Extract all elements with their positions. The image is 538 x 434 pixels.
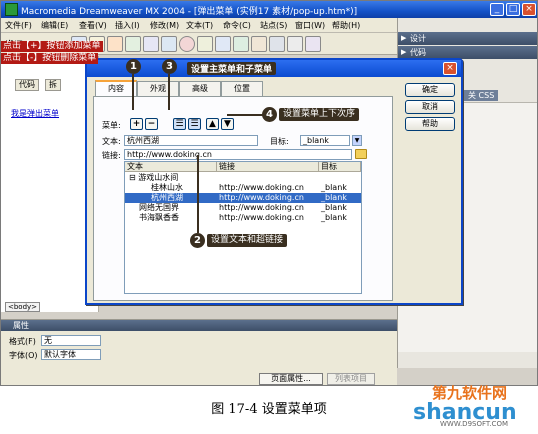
ok-button[interactable]: 确定 bbox=[405, 83, 455, 97]
table-row[interactable]: 网络无国界 http://www.doking.cn _blank bbox=[125, 203, 361, 213]
step-3-badge: 3 bbox=[162, 59, 177, 74]
menu-edit[interactable]: 编辑(E) bbox=[41, 20, 68, 31]
outdent-item-button[interactable]: ☰ bbox=[188, 118, 201, 130]
watermark-url: WWW.D9SOFT.COM bbox=[440, 420, 508, 428]
menu-site[interactable]: 站点(S) bbox=[260, 20, 287, 31]
font-label: 字体(O) bbox=[9, 351, 38, 360]
font-select[interactable]: 默认字体 bbox=[41, 349, 101, 360]
chevron-down-icon[interactable]: ▼ bbox=[352, 135, 362, 146]
page-properties-button[interactable]: 页面属性... bbox=[259, 373, 323, 385]
add-note: 点击【+】按钮添加菜单 bbox=[1, 41, 103, 52]
menu-text[interactable]: 文本(T) bbox=[186, 20, 213, 31]
table-row[interactable]: ⊟ 游戏山水间 bbox=[125, 173, 361, 183]
split-view-tab[interactable]: 拆 bbox=[45, 79, 61, 91]
comment-icon[interactable] bbox=[215, 36, 231, 52]
menu-bar: 文件(F) 编辑(E) 查看(V) 插入(I) 修改(M) 文本(T) 命令(C… bbox=[1, 18, 397, 33]
indent-item-button[interactable]: ☰ bbox=[173, 118, 186, 130]
move-down-button[interactable]: ▼ bbox=[221, 118, 234, 130]
properties-header[interactable]: 属性 bbox=[1, 320, 397, 331]
minimize-button[interactable]: _ bbox=[490, 3, 504, 16]
tab-position[interactable]: 位置 bbox=[221, 81, 263, 96]
folder-icon[interactable] bbox=[355, 149, 367, 159]
template-icon[interactable] bbox=[233, 36, 249, 52]
code-view-tab[interactable]: 代码 bbox=[15, 79, 39, 91]
table-row[interactable]: 桂林山水 http://www.doking.cn _blank bbox=[125, 183, 361, 193]
expand-arrow-icon: ▶ bbox=[401, 34, 407, 42]
column-link[interactable]: 链接 bbox=[217, 162, 319, 172]
date-icon[interactable] bbox=[197, 36, 213, 52]
image-icon[interactable] bbox=[161, 36, 177, 52]
step-4-badge: 4 bbox=[262, 107, 277, 122]
text-field[interactable]: 杭州西湖 bbox=[124, 135, 258, 146]
link-label: 链接: bbox=[102, 151, 121, 160]
column-text[interactable]: 文本 bbox=[125, 162, 217, 172]
remove-note: 点击【-】按钮删除菜单 bbox=[1, 53, 99, 64]
table-row[interactable]: 书海飘香香 http://www.doking.cn _blank bbox=[125, 213, 361, 223]
pointer-line-2 bbox=[197, 155, 199, 233]
anchor-icon[interactable] bbox=[107, 36, 123, 52]
step-1-badge: 1 bbox=[126, 59, 141, 74]
table-icon[interactable] bbox=[125, 36, 141, 52]
menu-modify[interactable]: 修改(M) bbox=[150, 20, 179, 31]
menu-window[interactable]: 窗口(W) bbox=[295, 20, 325, 31]
list-item-button[interactable]: 列表项目 bbox=[327, 373, 375, 385]
dialog-title-bar: 设置主菜单和子菜单 × bbox=[87, 60, 461, 77]
tab-content[interactable]: 内容 bbox=[95, 80, 137, 96]
media-icon[interactable] bbox=[179, 36, 195, 52]
move-up-button[interactable]: ▲ bbox=[206, 118, 219, 130]
css-panel-label[interactable]: 关 CSS bbox=[464, 90, 499, 101]
menu-help[interactable]: 帮助(H) bbox=[332, 20, 360, 31]
link-field[interactable]: http://www.doking.cn bbox=[124, 149, 352, 160]
step-2-note: 设置文本和超链接 bbox=[207, 234, 288, 247]
step-4-note: 设置菜单上下次序 bbox=[279, 108, 360, 121]
menu-view[interactable]: 查看(V) bbox=[79, 20, 107, 31]
remove-menu-button[interactable]: − bbox=[145, 118, 158, 130]
popup-menu-dialog: 设置主菜单和子菜单 × 内容 外观 高级 位置 菜单: + − ☰ ☰ ▲ ▼ … bbox=[85, 58, 463, 305]
table-row-selected[interactable]: 杭州西湖 http://www.doking.cn _blank bbox=[125, 193, 361, 203]
tab-appearance[interactable]: 外观 bbox=[137, 81, 179, 96]
help-button[interactable]: 帮助 bbox=[405, 117, 455, 131]
pointer-line-4 bbox=[227, 114, 263, 116]
properties-panel: 属性 格式(F) 无 字体(O) 默认字体 页面属性... 列表项目 bbox=[1, 319, 397, 385]
add-menu-button[interactable]: + bbox=[130, 118, 143, 130]
menu-file[interactable]: 文件(F) bbox=[5, 20, 32, 31]
tag-selector[interactable]: <body> bbox=[5, 302, 41, 312]
text-label: 文本: bbox=[102, 137, 121, 146]
maximize-button[interactable]: □ bbox=[506, 3, 520, 16]
column-target[interactable]: 目标 bbox=[319, 162, 361, 172]
screenshot: Macromedia Dreamweaver MX 2004 - [弹出菜单 (… bbox=[0, 0, 538, 386]
server-icon[interactable] bbox=[269, 36, 285, 52]
step-2-badge: 2 bbox=[190, 233, 205, 248]
pointer-line-1 bbox=[132, 74, 134, 110]
content-tab-body: 菜单: + − ☰ ☰ ▲ ▼ 文本: 杭州西湖 目标: _blank ▼ 链接… bbox=[93, 96, 393, 301]
close-button[interactable]: × bbox=[522, 3, 536, 16]
script-icon[interactable] bbox=[305, 36, 321, 52]
flash-icon[interactable] bbox=[287, 36, 303, 52]
pointer-line-3 bbox=[168, 74, 170, 110]
menu-insert[interactable]: 插入(I) bbox=[115, 20, 140, 31]
format-label: 格式(F) bbox=[9, 337, 36, 346]
panel-design[interactable]: ▶ 设计 bbox=[398, 32, 537, 45]
window-title: Macromedia Dreamweaver MX 2004 - [弹出菜单 (… bbox=[21, 7, 358, 17]
menu-items-list[interactable]: 文本 链接 目标 ⊟ 游戏山水间 桂林山水 http://www.doking.… bbox=[124, 161, 362, 294]
menu-command[interactable]: 命令(C) bbox=[223, 20, 251, 31]
layer-icon[interactable] bbox=[143, 36, 159, 52]
dialog-close-button[interactable]: × bbox=[443, 62, 457, 75]
window-title-bar: Macromedia Dreamweaver MX 2004 - [弹出菜单 (… bbox=[1, 1, 537, 18]
dialog-title: 设置主菜单和子菜单 bbox=[187, 62, 277, 75]
popup-link-text[interactable]: 我是弹出菜单 bbox=[11, 108, 59, 119]
tag-chooser-icon[interactable] bbox=[251, 36, 267, 52]
target-select[interactable]: _blank bbox=[300, 135, 350, 146]
cancel-button[interactable]: 取消 bbox=[405, 100, 455, 114]
app-icon bbox=[5, 3, 18, 16]
tab-advanced[interactable]: 高级 bbox=[179, 81, 221, 96]
target-label: 目标: bbox=[270, 137, 289, 146]
format-select[interactable]: 无 bbox=[41, 335, 101, 346]
menu-label: 菜单: bbox=[102, 121, 121, 130]
